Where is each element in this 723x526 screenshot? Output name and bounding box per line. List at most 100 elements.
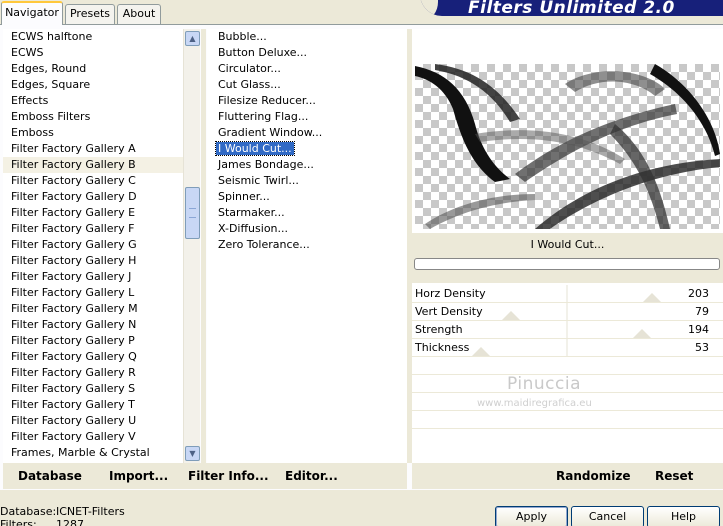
param-label: Strength — [415, 323, 463, 336]
empty-param-row — [412, 357, 723, 375]
slider-thumb[interactable] — [501, 311, 520, 320]
empty-param-row — [412, 411, 723, 429]
filter-item-label: James Bondage... — [218, 158, 314, 171]
category-item[interactable]: Filter Factory Gallery D — [3, 189, 200, 205]
tab-bar: Navigator Presets About — [0, 0, 723, 25]
database-button[interactable]: Database — [18, 469, 82, 483]
filter-item[interactable]: Circulator... — [207, 61, 407, 77]
category-item[interactable]: Filter Factory Gallery G — [3, 237, 200, 253]
category-item[interactable]: Filter Factory Gallery S — [3, 381, 200, 397]
category-item[interactable]: Edges, Round — [3, 61, 200, 77]
slider-thumb[interactable] — [642, 293, 661, 302]
category-item[interactable]: ECWS — [3, 45, 200, 61]
filter-item[interactable]: I Would Cut... — [207, 141, 407, 157]
filter-item[interactable]: Zero Tolerance... — [207, 237, 407, 253]
category-item[interactable]: Filter Factory Gallery B — [3, 157, 200, 173]
param-slider[interactable]: Vert Density 79 — [412, 303, 723, 321]
tab-presets[interactable]: Presets — [65, 4, 115, 24]
filter-name-bar: I Would Cut... — [412, 233, 723, 283]
filter-item[interactable]: James Bondage... — [207, 157, 407, 173]
category-item[interactable]: Filter Factory Gallery H — [3, 253, 200, 269]
cancel-button[interactable]: Cancel — [571, 506, 644, 526]
filter-item[interactable]: Fluttering Flag... — [207, 109, 407, 125]
filter-item-label: Cut Glass... — [218, 78, 281, 91]
status-info: Database:ICNET-Filters Filters: 1287 — [0, 505, 125, 526]
param-slider[interactable]: Strength 194 — [412, 321, 723, 339]
filter-item[interactable]: Seismic Twirl... — [207, 173, 407, 189]
filter-item[interactable]: Button Deluxe... — [207, 45, 407, 61]
param-slider[interactable]: Horz Density 203 — [412, 285, 723, 303]
filter-item[interactable]: Starmaker... — [207, 205, 407, 221]
category-item[interactable]: Emboss — [3, 125, 200, 141]
status-db-value: ICNET-Filters — [56, 505, 125, 518]
category-list[interactable]: ECWS halftone ECWS Edges, Round Edges, Squa… — [3, 29, 200, 463]
filter-item[interactable]: Cut Glass... — [207, 77, 407, 93]
category-item[interactable]: Filter Factory Gallery F — [3, 221, 200, 237]
status-db-label: Database: — [0, 505, 57, 518]
scroll-down-icon[interactable]: ▼ — [185, 446, 200, 461]
category-scrollbar[interactable]: ▲ ▼ — [183, 29, 200, 463]
watermark-text: Pinuccia — [507, 374, 581, 394]
filter-item-label: I Would Cut... — [215, 141, 295, 156]
tab-navigator[interactable]: Navigator — [1, 1, 63, 25]
reset-button[interactable]: Reset — [655, 469, 693, 483]
scroll-up-icon[interactable]: ▲ — [185, 31, 200, 46]
filter-item[interactable]: Spinner... — [207, 189, 407, 205]
editor-button[interactable]: Editor... — [285, 469, 338, 483]
filter-item-label: Button Deluxe... — [218, 46, 308, 59]
left-bottom-bar: Database Import... Filter Info... Editor… — [3, 463, 407, 489]
category-item[interactable]: Effects — [3, 93, 200, 109]
param-value: 194 — [688, 323, 709, 336]
current-filter-name: I Would Cut... — [530, 238, 605, 251]
category-item[interactable]: ECWS halftone — [3, 29, 200, 45]
preview-panel: I Would Cut... Horz Density 203 Vert Densi… — [412, 29, 723, 463]
tab-about[interactable]: About — [117, 4, 161, 24]
param-label: Horz Density — [415, 287, 486, 300]
category-item[interactable]: Filter Factory Gallery V — [3, 429, 200, 445]
category-item[interactable]: Filter Factory Gallery A — [3, 141, 200, 157]
param-value: 79 — [695, 305, 709, 318]
scroll-thumb[interactable] — [185, 187, 200, 239]
category-item[interactable]: Filter Factory Gallery Q — [3, 349, 200, 365]
help-button[interactable]: Help — [647, 506, 720, 526]
status-filters-value: 1287 — [56, 518, 84, 526]
import-button[interactable]: Import... — [109, 469, 168, 483]
param-slider[interactable]: Thickness 53 — [412, 339, 723, 357]
filter-item-label: Bubble... — [218, 30, 267, 43]
filter-item-label: Circulator... — [218, 62, 281, 75]
watermark-url: www.maidiregrafica.eu — [477, 398, 592, 409]
filter-item[interactable]: Gradient Window... — [207, 125, 407, 141]
filter-item-label: Zero Tolerance... — [218, 238, 310, 251]
filter-item[interactable]: Filesize Reducer... — [207, 93, 407, 109]
randomize-button[interactable]: Randomize — [556, 469, 630, 483]
category-item[interactable]: Filter Factory Gallery T — [3, 397, 200, 413]
filter-item[interactable]: Bubble... — [207, 29, 407, 45]
right-bottom-bar: Randomize Reset — [412, 463, 723, 489]
category-item[interactable]: Emboss Filters — [3, 109, 200, 125]
apply-button[interactable]: Apply — [495, 506, 568, 526]
category-item[interactable]: Edges, Square — [3, 77, 200, 93]
category-item[interactable]: Filter Factory Gallery C — [3, 173, 200, 189]
category-item[interactable]: Filter Factory Gallery R — [3, 365, 200, 381]
slider-thumb[interactable] — [632, 329, 651, 338]
category-item[interactable]: Filter Factory Gallery P — [3, 333, 200, 349]
category-item[interactable]: Filter Factory Gallery J — [3, 269, 200, 285]
filter-item-label: Starmaker... — [218, 206, 285, 219]
category-item[interactable]: Filter Factory Gallery L — [3, 285, 200, 301]
status-filters-label: Filters: — [0, 518, 37, 526]
filter-item-label: Fluttering Flag... — [218, 110, 309, 123]
category-item[interactable]: Filter Factory Gallery U — [3, 413, 200, 429]
category-item[interactable]: Filter Factory Gallery N — [3, 317, 200, 333]
param-value: 53 — [695, 341, 709, 354]
category-item[interactable]: Filter Factory Gallery E — [3, 205, 200, 221]
pane-divider[interactable] — [201, 29, 206, 463]
preview-image — [415, 64, 720, 229]
filter-list[interactable]: Bubble... Button Deluxe... Circulator... Cu… — [207, 29, 407, 463]
preview-effect-graphic — [415, 64, 720, 229]
filter-info-button[interactable]: Filter Info... — [188, 469, 269, 483]
param-value: 203 — [688, 287, 709, 300]
slider-thumb[interactable] — [472, 347, 491, 356]
category-item[interactable]: Filter Factory Gallery M — [3, 301, 200, 317]
category-item[interactable]: Frames, Marble & Crystal — [3, 445, 200, 461]
filter-item[interactable]: X-Diffusion... — [207, 221, 407, 237]
